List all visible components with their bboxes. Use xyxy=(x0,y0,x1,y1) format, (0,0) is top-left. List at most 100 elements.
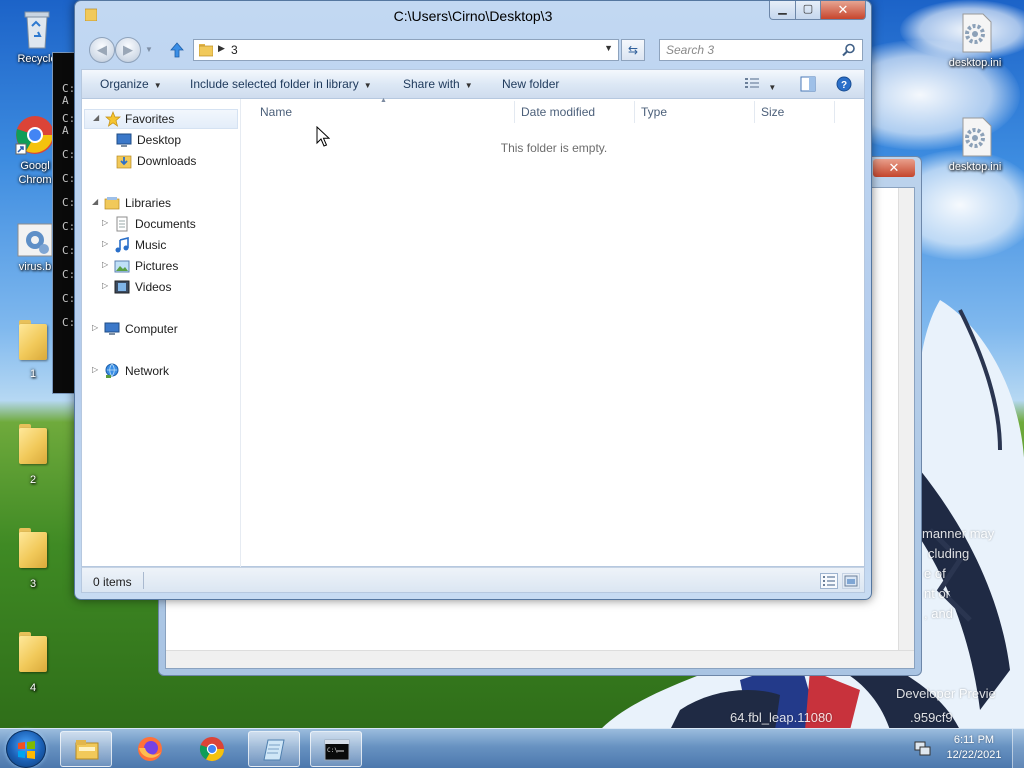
watermark-line: cluding xyxy=(928,546,970,561)
expand-arrow-icon[interactable]: ▷ xyxy=(102,239,112,248)
navigation-pane[interactable]: ◢ Favorites Desktop Downloads ◢ Librarie… xyxy=(82,99,241,567)
search-icon[interactable] xyxy=(842,43,856,57)
settings-file-icon xyxy=(962,117,992,157)
build-watermark-line: Developer Previe xyxy=(896,686,996,701)
chrome-icon xyxy=(199,737,224,762)
column-header-size[interactable]: Size xyxy=(761,105,784,119)
desktop-icon-label: virus.b xyxy=(18,261,52,273)
status-bar: 0 items xyxy=(81,567,865,593)
nav-item-favorites[interactable]: ◢ Favorites xyxy=(84,109,238,129)
desktop-icon-label: 4 xyxy=(29,682,37,694)
build-watermark-line: .959cf9 xyxy=(910,710,953,725)
desktop-icon-folder-2[interactable]: 2 xyxy=(0,422,66,486)
system-clock[interactable]: 6:11 PM 12/22/2021 xyxy=(942,733,1006,763)
taskbar-notepad[interactable] xyxy=(248,731,300,767)
collapse-arrow-icon[interactable]: ◢ xyxy=(93,113,103,122)
column-divider[interactable] xyxy=(754,101,755,123)
expand-arrow-icon[interactable]: ▷ xyxy=(102,281,112,290)
window-title: C:\Users\Cirno\Desktop\3 xyxy=(393,8,553,24)
star-icon xyxy=(105,111,121,127)
share-with-button[interactable]: Share with ▼ xyxy=(403,77,473,91)
explorer-window[interactable]: C:\Users\Cirno\Desktop\3 ▁ ▢ ✕ ◀ ▶ ▼ ▶ 3… xyxy=(74,0,872,600)
nav-item-label: Computer xyxy=(125,322,178,336)
refresh-button[interactable]: ⇆ xyxy=(621,39,645,61)
change-view-button[interactable]: ▼ xyxy=(744,76,776,93)
expand-arrow-icon[interactable]: ▷ xyxy=(92,323,102,332)
search-input[interactable] xyxy=(666,43,836,57)
organize-label: Organize xyxy=(100,77,149,91)
windows-logo-icon xyxy=(18,741,35,759)
taskbar-file-explorer[interactable] xyxy=(60,731,112,767)
show-desktop-button[interactable] xyxy=(1012,729,1024,768)
svg-text:C:\: C:\ xyxy=(327,747,338,754)
new-folder-button[interactable]: New folder xyxy=(502,77,559,91)
nav-item-label: Libraries xyxy=(125,196,172,210)
notepad-close-button[interactable]: ✕ xyxy=(873,159,915,177)
vertical-scrollbar[interactable] xyxy=(898,188,914,650)
details-view-icon xyxy=(745,78,759,88)
column-divider[interactable] xyxy=(514,101,515,123)
expand-arrow-icon[interactable]: ▷ xyxy=(102,218,112,227)
settings-file-icon xyxy=(962,13,992,53)
expand-arrow-icon[interactable]: ▷ xyxy=(102,260,112,269)
desktop-icon-desktop-ini[interactable]: desktop.ini xyxy=(942,12,1008,69)
preview-pane-button[interactable] xyxy=(800,76,816,95)
column-divider[interactable] xyxy=(834,101,835,123)
desktop-icon-folder-4[interactable]: 4 xyxy=(0,630,66,694)
expand-arrow-icon[interactable]: ▷ xyxy=(92,365,102,374)
desktop-icon-label: 3 xyxy=(29,578,37,590)
start-button[interactable] xyxy=(6,730,46,768)
file-explorer-icon xyxy=(75,740,99,760)
chevron-down-icon: ▼ xyxy=(464,81,473,90)
network-tray-icon[interactable] xyxy=(914,740,932,758)
desktop-icon-folder-3[interactable]: 3 xyxy=(0,526,66,590)
breadcrumb-current[interactable]: 3 xyxy=(231,43,238,57)
watermark-line: e of xyxy=(924,566,946,581)
forward-button[interactable]: ▶ xyxy=(115,37,141,63)
taskbar-command-prompt[interactable]: C:\ xyxy=(310,731,362,767)
taskbar: C:\ 6:11 PM 12/22/2021 xyxy=(0,728,1024,768)
breadcrumb-separator-icon[interactable]: ▶ xyxy=(218,43,225,54)
minimize-button[interactable]: ▁ xyxy=(769,1,796,20)
column-header-date-modified[interactable]: Date modified xyxy=(521,105,595,119)
details-view-button[interactable] xyxy=(820,573,838,589)
help-button[interactable]: ? xyxy=(836,76,852,95)
organize-button[interactable]: Organize ▼ xyxy=(100,77,162,91)
nav-item-label: Documents xyxy=(135,217,196,231)
horizontal-scrollbar[interactable] xyxy=(166,650,914,668)
sort-ascending-icon: ▲ xyxy=(380,97,387,104)
file-list-pane[interactable]: ▲ Name Date modified Type Size This fold… xyxy=(242,97,866,567)
clock-time: 6:11 PM xyxy=(953,734,995,746)
address-bar[interactable]: ▶ 3 ▼ xyxy=(193,39,619,61)
folder-icon xyxy=(17,526,49,570)
recycle-bin-icon xyxy=(24,11,50,49)
status-divider xyxy=(143,572,144,589)
desktop-icon xyxy=(116,133,132,147)
search-box[interactable] xyxy=(659,39,863,61)
nav-item-label: Network xyxy=(125,364,170,378)
back-button[interactable]: ◀ xyxy=(89,37,115,63)
maximize-button[interactable]: ▢ xyxy=(795,1,821,20)
column-divider[interactable] xyxy=(634,101,635,123)
include-in-library-button[interactable]: Include selected folder in library ▼ xyxy=(190,77,372,91)
column-header-type[interactable]: Type xyxy=(641,105,667,119)
recent-pages-dropdown[interactable]: ▼ xyxy=(145,45,153,54)
address-history-dropdown[interactable]: ▼ xyxy=(604,43,613,53)
notepad-icon xyxy=(263,739,285,761)
up-arrow-icon[interactable] xyxy=(169,41,185,59)
collapse-arrow-icon[interactable]: ◢ xyxy=(92,197,102,206)
firefox-icon xyxy=(138,737,162,761)
computer-icon xyxy=(104,322,120,335)
watermark-line: manner may xyxy=(922,526,995,541)
music-icon xyxy=(115,237,129,253)
large-icons-view-button[interactable] xyxy=(842,573,860,589)
column-header-name[interactable]: Name xyxy=(260,105,292,119)
close-button[interactable]: ✕ xyxy=(820,1,866,20)
build-watermark-line: 64.fbl_leap.11080 xyxy=(730,710,833,725)
taskbar-firefox[interactable] xyxy=(124,731,176,767)
folder-icon xyxy=(17,630,49,674)
nav-item-label: Favorites xyxy=(125,112,175,126)
taskbar-chrome[interactable] xyxy=(186,731,238,767)
desktop-icon-desktop-ini-2[interactable]: desktop.ini xyxy=(942,116,1008,173)
empty-folder-message: This folder is empty. xyxy=(500,141,608,155)
